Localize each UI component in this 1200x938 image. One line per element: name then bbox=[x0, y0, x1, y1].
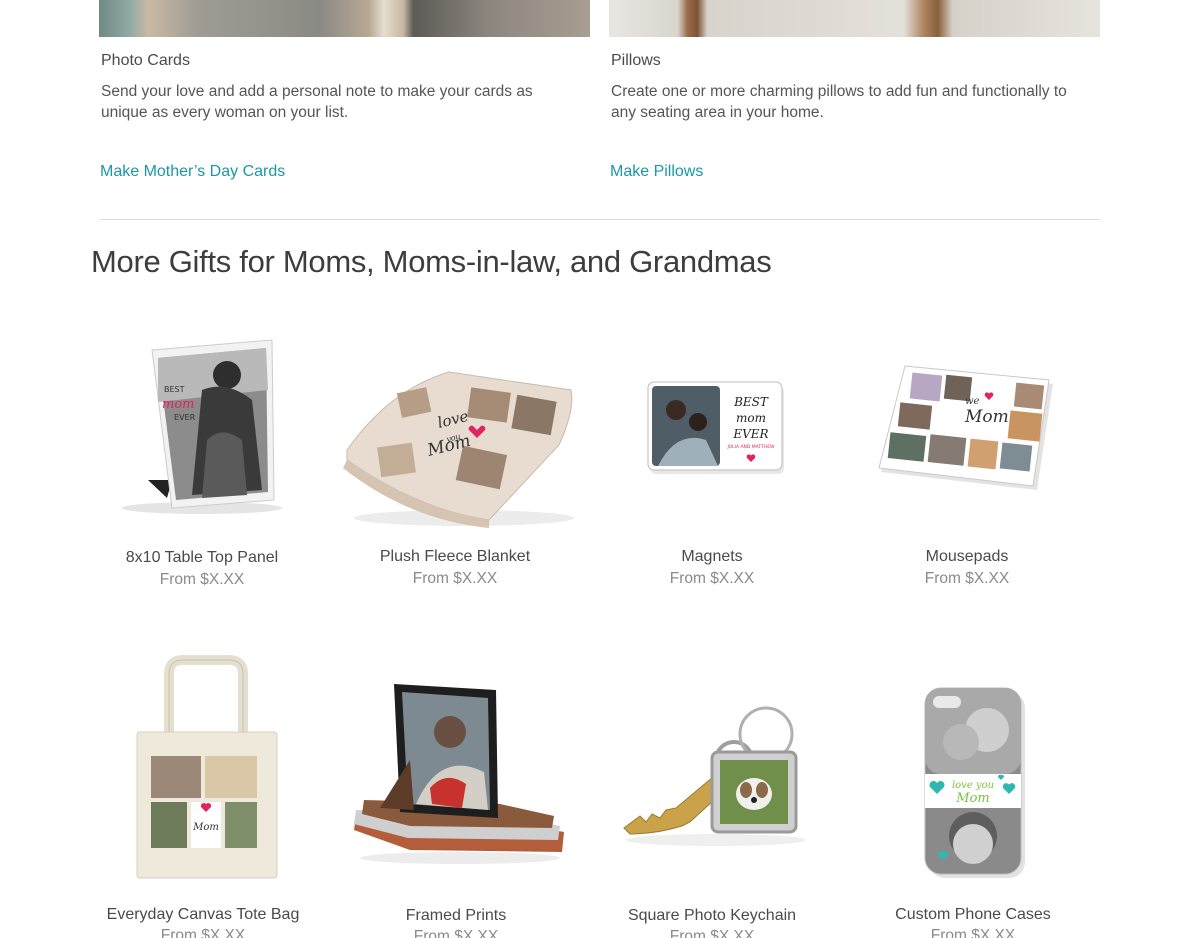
feature-photo-cards: Photo Cards Send your love and add a per… bbox=[101, 50, 581, 123]
art-best-text: BEST bbox=[164, 385, 185, 394]
feature-description: Create one or more charming pillows to a… bbox=[611, 83, 1067, 121]
product-mousepads[interactable]: we Mom Mousepads From $X.XX bbox=[857, 330, 1077, 600]
product-magnets[interactable]: BEST mom EVER JULIA AND MATTHEW Magnets … bbox=[602, 330, 822, 600]
product-name[interactable]: Framed Prints bbox=[346, 907, 566, 925]
art-mom-text: mom bbox=[736, 411, 766, 425]
art-ever-text: EVER bbox=[732, 427, 768, 441]
photo-cards-image[interactable] bbox=[99, 0, 590, 37]
art-we-text: we bbox=[965, 396, 980, 407]
product-framed-prints[interactable]: Framed Prints From $X.XX bbox=[346, 650, 566, 938]
art-mom-text: mom bbox=[162, 397, 194, 412]
fleece-blanket-image[interactable]: love you Mom bbox=[339, 350, 579, 530]
feature-title: Photo Cards bbox=[101, 52, 190, 69]
product-table-top-panel[interactable]: BEST mom EVER 8x10 Table Top Panel From … bbox=[92, 330, 312, 600]
art-love-you-text: love you bbox=[952, 780, 994, 791]
art-mom-text: Mom bbox=[192, 822, 219, 833]
section-title: More Gifts for Moms, Moms-in-law, and Gr… bbox=[91, 244, 772, 279]
art-mom-text: Mom bbox=[955, 791, 989, 806]
product-name[interactable]: Square Photo Keychain bbox=[602, 907, 822, 925]
mousepad-image[interactable]: we Mom bbox=[877, 360, 1057, 500]
product-price: From $X.XX bbox=[160, 927, 246, 938]
product-price: From $X.XX bbox=[413, 928, 499, 938]
table-top-panel-image[interactable]: BEST mom EVER bbox=[112, 330, 292, 520]
art-mom-text: Mom bbox=[964, 407, 1009, 427]
product-name[interactable]: Custom Phone Cases bbox=[863, 906, 1083, 924]
art-ever-text: EVER bbox=[174, 413, 196, 422]
art-names-text: JULIA AND MATTHEW bbox=[726, 444, 775, 450]
feature-description: Send your love and add a personal note t… bbox=[101, 83, 533, 121]
product-price: From $X.XX bbox=[669, 928, 755, 938]
product-price: From $X.XX bbox=[924, 570, 1010, 587]
magnets-image[interactable]: BEST mom EVER JULIA AND MATTHEW bbox=[646, 380, 786, 480]
pillows-image[interactable] bbox=[609, 0, 1100, 37]
product-name[interactable]: Everyday Canvas Tote Bag bbox=[93, 906, 313, 924]
product-square-photo-keychain[interactable]: Square Photo Keychain From $X.XX bbox=[602, 650, 822, 938]
product-canvas-tote-bag[interactable]: Mom Everyday Canvas Tote Bag From $X.XX bbox=[93, 650, 313, 938]
product-price: From $X.XX bbox=[412, 570, 498, 587]
product-price: From $X.XX bbox=[159, 571, 245, 588]
feature-pillows: Pillows Create one or more charming pill… bbox=[611, 50, 1091, 123]
product-custom-phone-cases[interactable]: love you Mom Custom Phone Cases From $X.… bbox=[863, 650, 1083, 938]
phone-case-image[interactable]: love you Mom bbox=[923, 686, 1027, 880]
product-name[interactable]: Magnets bbox=[602, 548, 822, 566]
keychain-image[interactable] bbox=[616, 700, 816, 850]
tote-bag-image[interactable]: Mom bbox=[133, 654, 283, 884]
product-name[interactable]: 8x10 Table Top Panel bbox=[92, 549, 312, 567]
section-divider bbox=[100, 219, 1100, 220]
framed-print-image[interactable] bbox=[350, 680, 570, 870]
product-price: From $X.XX bbox=[669, 570, 755, 587]
make-pillows-link[interactable]: Make Pillows bbox=[610, 163, 703, 181]
make-mothers-day-cards-link[interactable]: Make Mother’s Day Cards bbox=[100, 163, 285, 181]
art-best-text: BEST bbox=[733, 395, 769, 409]
feature-title: Pillows bbox=[611, 52, 661, 69]
product-price: From $X.XX bbox=[930, 927, 1016, 938]
product-plush-fleece-blanket[interactable]: love you Mom Plush Fleece Blanket From $… bbox=[343, 330, 574, 600]
product-name[interactable]: Plush Fleece Blanket bbox=[345, 548, 565, 566]
product-name[interactable]: Mousepads bbox=[857, 548, 1077, 566]
